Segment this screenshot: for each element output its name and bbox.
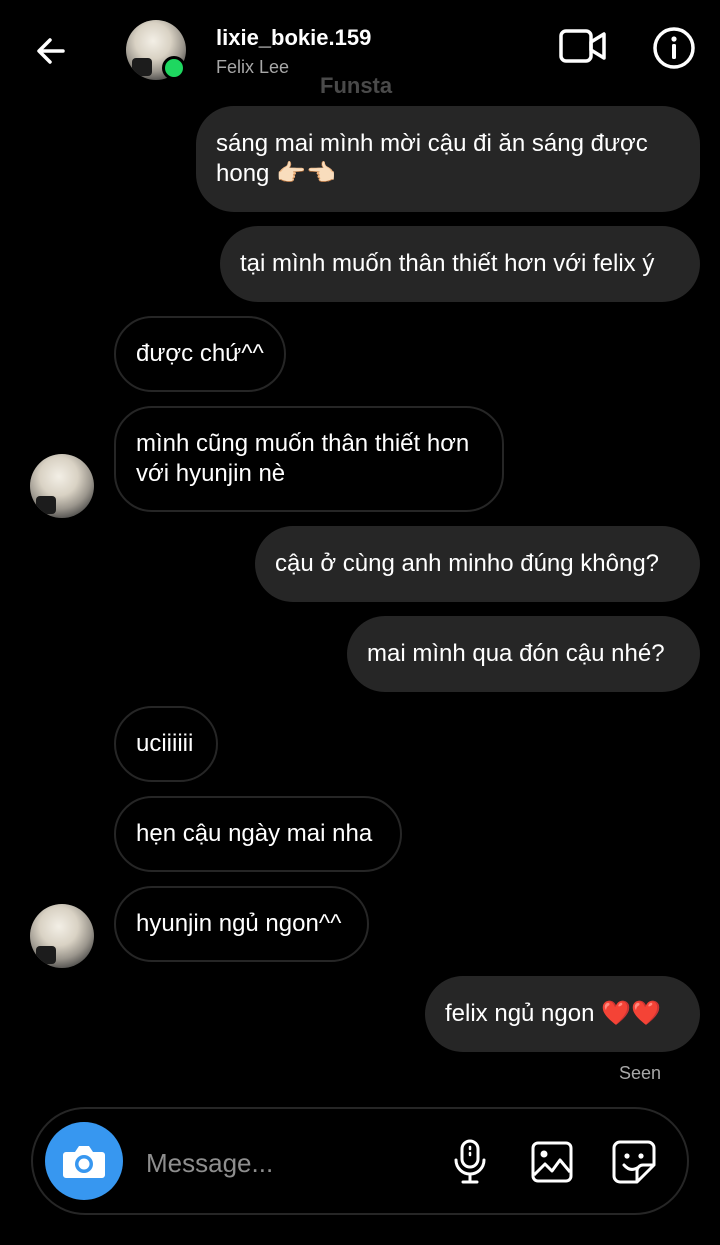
message-bubble-incoming[interactable]: được chứ^^ <box>114 316 286 392</box>
message-bubble-incoming[interactable]: hyunjin ngủ ngon^^ <box>114 886 369 962</box>
video-call-button[interactable] <box>556 24 610 70</box>
message-text: sáng mai mình mời cậu đi ăn sáng được ho… <box>216 130 648 187</box>
message-bubble-outgoing[interactable]: mai mình qua đón cậu nhé? <box>347 616 700 692</box>
message-bubble-incoming[interactable]: uciiiiii <box>114 706 218 782</box>
sticker-icon <box>612 1140 656 1184</box>
image-icon <box>531 1141 573 1183</box>
header-avatar[interactable] <box>126 20 186 80</box>
message-bubble-outgoing[interactable]: felix ngủ ngon ❤️❤️ <box>425 976 700 1052</box>
message-bubble-outgoing[interactable]: sáng mai mình mời cậu đi ăn sáng được ho… <box>196 106 700 212</box>
message-text: felix ngủ ngon ❤️❤️ <box>445 1000 661 1027</box>
message-text: uciiiiii <box>136 730 194 757</box>
online-status-dot <box>162 56 186 80</box>
info-button[interactable] <box>650 24 698 72</box>
message-text: hẹn cậu ngày mai nha <box>136 820 373 847</box>
header-display-name: Felix Lee <box>216 57 290 77</box>
camera-icon <box>63 1146 105 1178</box>
message-text: được chứ^^ <box>136 340 264 367</box>
back-button[interactable] <box>28 28 74 74</box>
microphone-icon <box>454 1139 486 1184</box>
back-arrow-icon <box>37 38 65 64</box>
message-text: tại mình muốn thân thiết hơn với felix ý <box>240 250 655 277</box>
message-text: mai mình qua đón cậu nhé? <box>367 640 665 667</box>
seen-status: Seen <box>619 1063 662 1083</box>
message-bubble-incoming[interactable]: mình cũng muốn thân thiết hơn với hyunji… <box>114 406 504 512</box>
camera-button[interactable] <box>45 1122 123 1200</box>
header-username[interactable]: lixie_bokie.159 <box>216 24 371 52</box>
message-text: hyunjin ngủ ngon^^ <box>136 910 342 937</box>
message-text: mình cũng muốn thân thiết hơn với hyunji… <box>136 430 470 487</box>
message-input[interactable] <box>144 1140 438 1186</box>
sender-avatar[interactable] <box>30 904 94 968</box>
info-icon <box>653 27 695 69</box>
overlay-watermark: Funsta <box>320 73 393 98</box>
sticker-button[interactable] <box>610 1138 658 1186</box>
voice-message-button[interactable] <box>448 1136 492 1188</box>
video-camera-icon <box>559 29 606 63</box>
message-bubble-outgoing[interactable]: cậu ở cùng anh minho đúng không? <box>255 526 700 602</box>
sender-avatar[interactable] <box>30 454 94 518</box>
gallery-button[interactable] <box>528 1138 576 1186</box>
message-text: cậu ở cùng anh minho đúng không? <box>275 550 660 577</box>
message-bubble-outgoing[interactable]: tại mình muốn thân thiết hơn với felix ý <box>220 226 700 302</box>
message-bubble-incoming[interactable]: hẹn cậu ngày mai nha <box>114 796 402 872</box>
